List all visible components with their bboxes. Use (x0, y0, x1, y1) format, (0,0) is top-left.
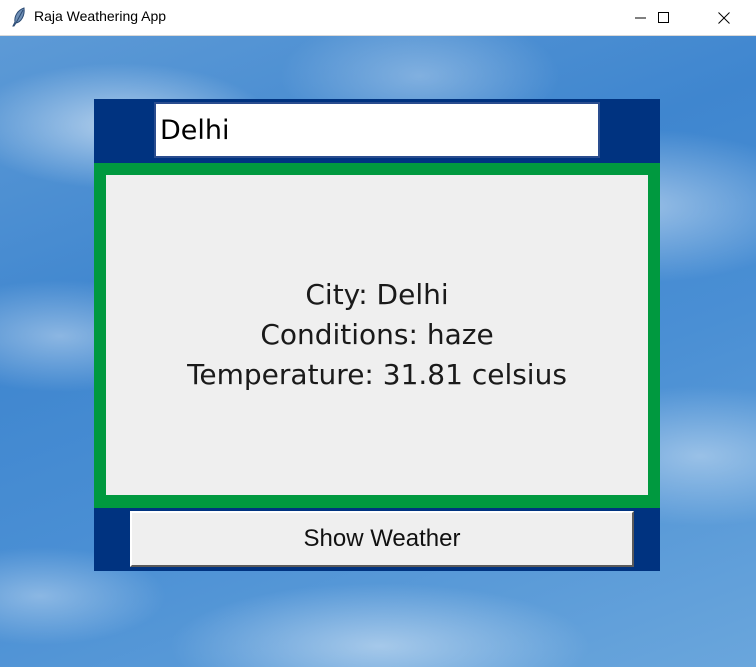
button-frame: Show Weather (94, 508, 660, 571)
conditions-line: Conditions: haze (260, 318, 494, 351)
show-weather-label: Show Weather (303, 525, 461, 552)
search-frame (94, 99, 660, 163)
maximize-icon (658, 11, 670, 24)
close-icon (718, 11, 730, 24)
weather-result-label: City: Delhi Conditions: haze Temperature… (106, 175, 648, 495)
window-title: Raja Weathering App (34, 8, 167, 24)
title-bar: Raja Weathering App (0, 0, 756, 36)
city-line: City: Delhi (305, 278, 449, 311)
show-weather-button[interactable]: Show Weather (130, 511, 634, 567)
app-window: Raja Weathering App City: Delhi Conditio… (0, 0, 756, 667)
close-button[interactable] (701, 0, 747, 35)
result-frame: City: Delhi Conditions: haze Temperature… (94, 163, 660, 508)
feather-icon (10, 7, 28, 27)
city-input[interactable] (154, 102, 600, 158)
maximize-button[interactable] (641, 0, 687, 35)
temperature-line: Temperature: 31.81 celsius (187, 358, 567, 391)
